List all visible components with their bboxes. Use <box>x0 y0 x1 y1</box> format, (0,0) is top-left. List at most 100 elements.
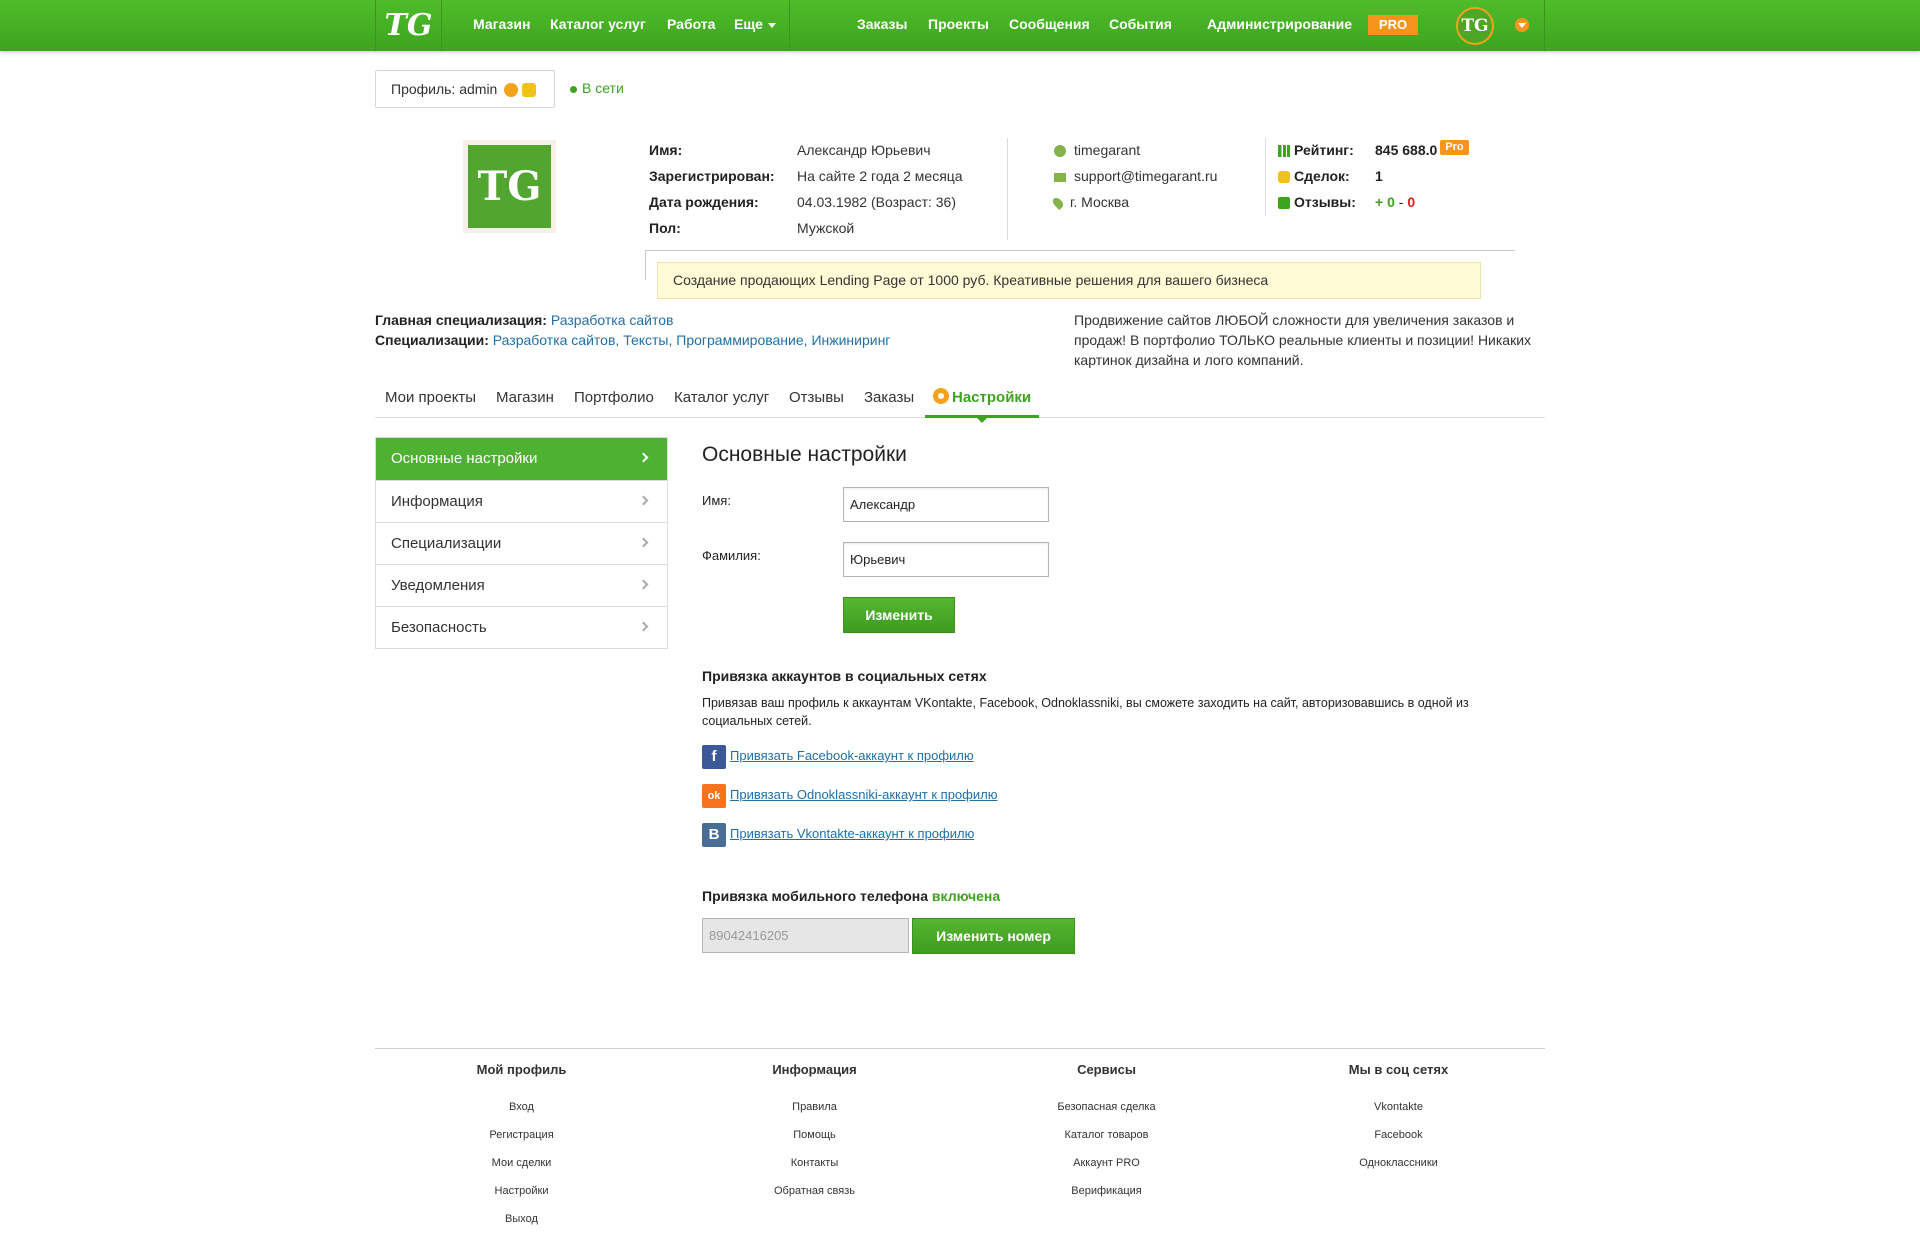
tab-portfolio[interactable]: Портфолио <box>574 385 654 418</box>
footer-link-settings[interactable]: Настройки <box>375 1182 668 1210</box>
nav-services-catalog[interactable]: Каталог услуг <box>550 0 646 51</box>
main-spec-label: Главная специализация: <box>375 312 547 328</box>
odnoklassniki-link[interactable]: Привязать Odnoklassniki-аккаунт к профил… <box>730 787 997 802</box>
gear-icon <box>933 388 949 405</box>
spec-link[interactable]: Программирование <box>676 332 803 348</box>
nav-orders[interactable]: Заказы <box>857 0 907 51</box>
facebook-icon: f <box>702 744 726 769</box>
sidebar-item-specializations[interactable]: Специализации <box>376 522 667 564</box>
main-spec-link[interactable]: Разработка сайтов <box>551 312 674 328</box>
tab-shop[interactable]: Магазин <box>496 385 554 418</box>
footer-link-help[interactable]: Помощь <box>668 1126 961 1154</box>
footer-link-rules[interactable]: Правила <box>668 1098 961 1126</box>
social-link-facebook[interactable]: f Привязать Facebook-аккаунт к профилю <box>702 744 974 769</box>
contact-skype: timegarant <box>1054 140 1217 166</box>
vkontakte-link[interactable]: Привязать Vkontakte-аккаунт к профилю <box>730 826 974 841</box>
social-link-vkontakte[interactable]: B Привязать Vkontakte-аккаунт к профилю <box>702 822 974 847</box>
chevron-right-icon <box>638 495 649 506</box>
user-menu-dropdown-icon[interactable] <box>1515 18 1529 32</box>
user-avatar[interactable]: TG <box>1456 7 1494 45</box>
speech-bubble-icon <box>1278 197 1290 210</box>
vkontakte-icon: B <box>702 822 726 847</box>
location-pin-icon <box>1050 196 1066 211</box>
info-label: Пол: <box>649 220 681 236</box>
nav-admin[interactable]: Администрирование <box>1207 0 1352 51</box>
sidebar-item-basic-settings[interactable]: Основные настройки <box>376 438 667 480</box>
reviews-positive[interactable]: + 0 <box>1375 194 1395 210</box>
facebook-link[interactable]: Привязать Facebook-аккаунт к профилю <box>730 748 974 763</box>
nav-shop[interactable]: Магазин <box>473 0 530 51</box>
info-row-birthdate: Дата рождения: 04.03.1982 (Возраст: 36) <box>649 192 963 218</box>
profile-tabs: Мои проекты Магазин Портфолио Каталог ус… <box>375 385 1545 423</box>
settings-sidebar: Основные настройки Информация Специализа… <box>375 437 668 649</box>
rating-value: 845 688.0 <box>1375 142 1438 158</box>
skype-icon <box>1054 145 1066 158</box>
footer-link-logout[interactable]: Выход <box>375 1210 668 1238</box>
divider <box>645 250 1515 251</box>
sidebar-item-security[interactable]: Безопасность <box>376 606 667 648</box>
tab-reviews[interactable]: Отзывы <box>789 385 844 418</box>
spec-link[interactable]: Тексты <box>623 332 668 348</box>
divider <box>1007 138 1008 240</box>
info-value: 04.03.1982 (Возраст: 36) <box>797 194 957 210</box>
pro-badge[interactable]: PRO <box>1368 15 1418 35</box>
footer-link-safe-deal[interactable]: Безопасная сделка <box>960 1098 1253 1126</box>
last-name-field[interactable] <box>843 542 1049 577</box>
site-logo[interactable]: TG <box>376 0 442 51</box>
social-section-title: Привязка аккаунтов в социальных сетях <box>702 668 987 684</box>
save-button[interactable]: Изменить <box>843 597 955 633</box>
footer-heading: Информация <box>772 1062 857 1077</box>
sidebar-item-label: Информация <box>391 493 483 510</box>
footer-link-verification[interactable]: Верификация <box>960 1182 1253 1210</box>
tab-settings[interactable]: Настройки <box>925 385 1040 423</box>
skype-value: timegarant <box>1074 142 1141 158</box>
footer-link-login[interactable]: Вход <box>375 1098 668 1126</box>
rating-label: Рейтинг: <box>1294 142 1354 158</box>
contact-city: г. Москва <box>1050 192 1217 218</box>
info-row-gender: Пол: Мужской <box>649 218 963 244</box>
nav-more[interactable]: Еще <box>734 0 776 51</box>
spec-link[interactable]: Инжиниринг <box>811 332 890 348</box>
footer-link-pro-account[interactable]: Аккаунт PRO <box>960 1154 1253 1182</box>
tab-my-projects[interactable]: Мои проекты <box>385 385 476 418</box>
footer-link-contacts[interactable]: Контакты <box>668 1154 961 1182</box>
top-navbar: TG Магазин Каталог услуг Работа Еще Зака… <box>0 0 1920 51</box>
first-name-field[interactable] <box>843 487 1049 522</box>
mobile-status: включена <box>931 888 1001 904</box>
verified-icon <box>504 83 519 98</box>
footer-link-vkontakte[interactable]: Vkontakte <box>1252 1098 1545 1126</box>
footer-col-services: Сервисы Безопасная сделка Каталог товаро… <box>960 1060 1253 1210</box>
footer-col-info: Информация Правила Помощь Контакты Обрат… <box>668 1060 961 1210</box>
reviews-separator: - <box>1394 194 1408 210</box>
footer-link-odnoklassniki[interactable]: Одноклассники <box>1252 1154 1545 1182</box>
profile-contacts: timegarant support@timegarant.ru г. Моск… <box>1050 140 1217 218</box>
footer-link-my-deals[interactable]: Мои сделки <box>375 1154 668 1182</box>
mobile-title-text: Привязка мобильного телефона <box>702 888 929 904</box>
social-link-odnoklassniki[interactable]: ok Привязать Odnoklassniki-аккаунт к проф… <box>702 783 997 808</box>
reviews-negative[interactable]: 0 <box>1407 194 1415 210</box>
change-number-button[interactable]: Изменить номер <box>912 918 1075 954</box>
footer-link-feedback[interactable]: Обратная связь <box>668 1182 961 1210</box>
city-value: г. Москва <box>1070 194 1129 210</box>
profile-label: Профиль: admin <box>391 81 498 97</box>
tab-services-catalog[interactable]: Каталог услуг <box>674 385 769 418</box>
spec-link[interactable]: Разработка сайтов <box>493 332 616 348</box>
tab-orders[interactable]: Заказы <box>864 385 914 418</box>
shield-icon <box>1278 171 1290 184</box>
sidebar-item-notifications[interactable]: Уведомления <box>376 564 667 606</box>
tab-settings-label: Настройки <box>952 389 1032 406</box>
shield-icon <box>522 83 537 98</box>
footer-link-register[interactable]: Регистрация <box>375 1126 668 1154</box>
footer-link-goods-catalog[interactable]: Каталог товаров <box>960 1126 1253 1154</box>
profile-description: Продвижение сайтов ЛЮБОЙ сложности для у… <box>1074 312 1532 368</box>
sidebar-item-information[interactable]: Информация <box>376 480 667 522</box>
nav-events[interactable]: События <box>1109 0 1172 51</box>
nav-projects[interactable]: Проекты <box>928 0 989 51</box>
sidebar-item-label: Основные настройки <box>391 450 538 467</box>
social-section-description: Привязав ваш профиль к аккаунтам VKontak… <box>702 696 1469 728</box>
footer-link-facebook[interactable]: Facebook <box>1252 1126 1545 1154</box>
nav-work[interactable]: Работа <box>667 0 715 51</box>
nav-messages[interactable]: Сообщения <box>1009 0 1090 51</box>
ad-banner[interactable]: Создание продающих Lending Page от 1000 … <box>657 262 1481 299</box>
chevron-right-icon <box>638 537 649 548</box>
